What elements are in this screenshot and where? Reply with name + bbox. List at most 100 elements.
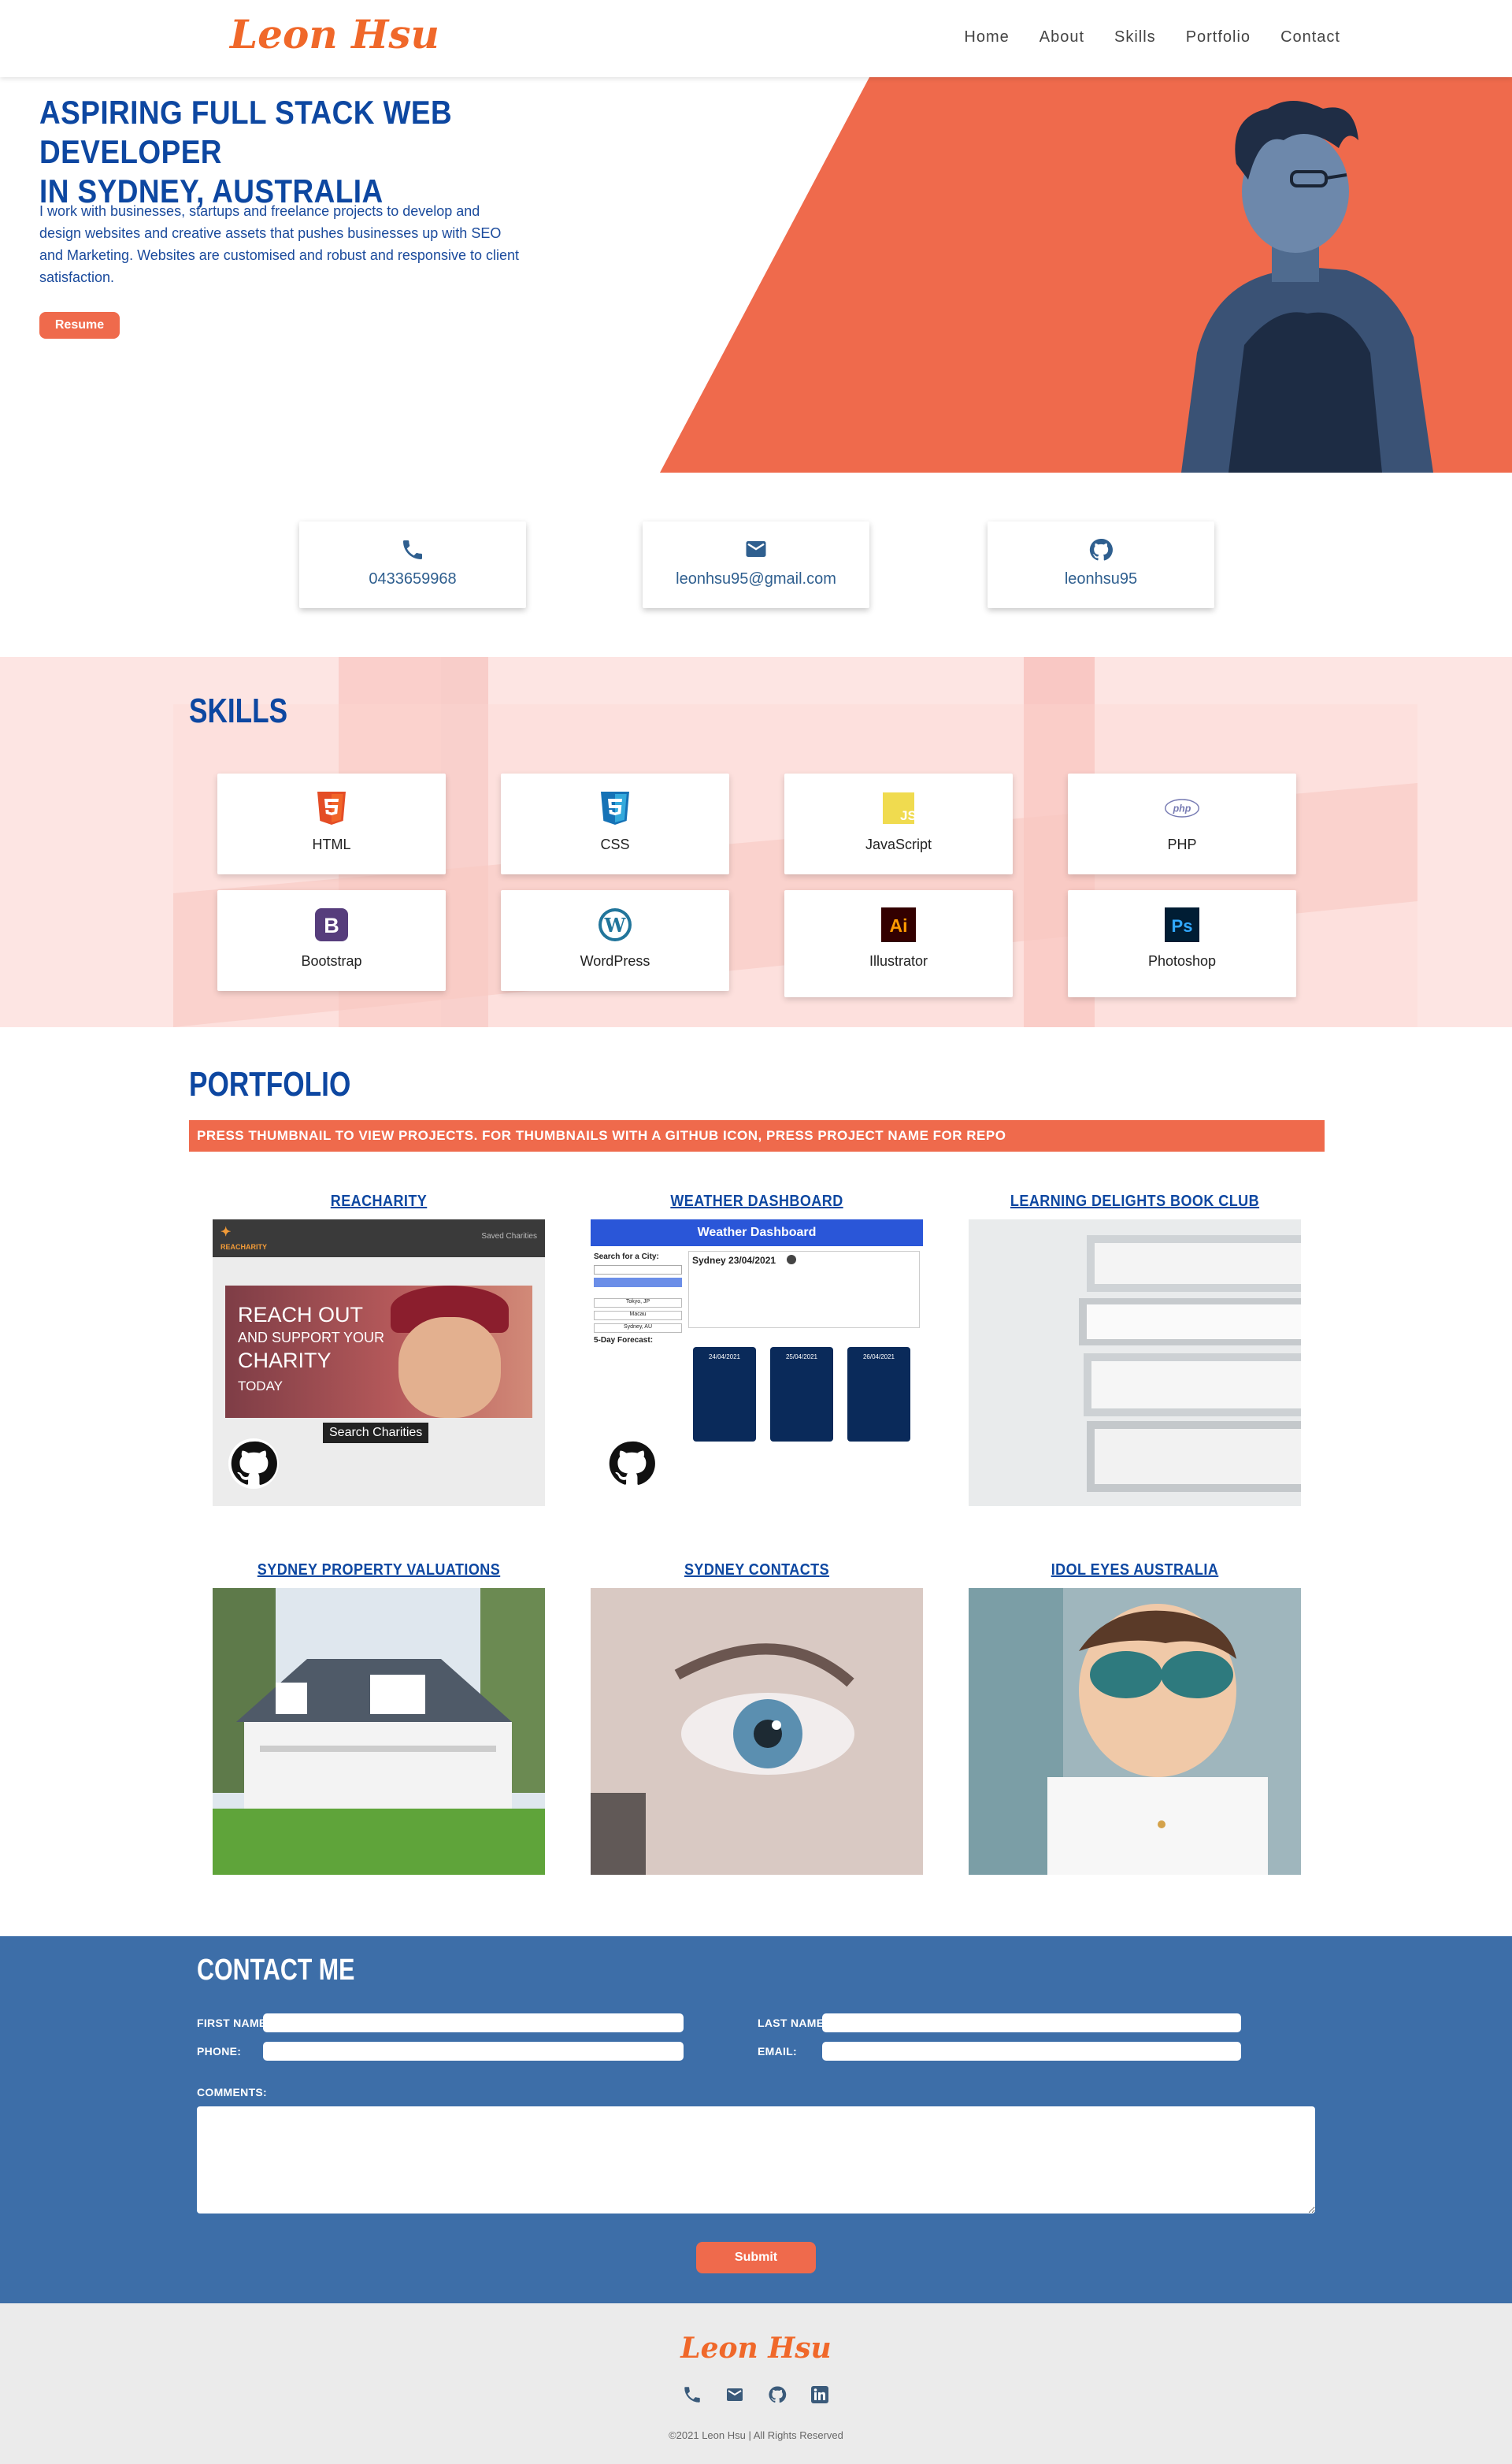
nav-link-portfolio[interactable]: Portfolio	[1186, 28, 1251, 46]
skills-section: Skills HTML CSS JS JavaScript php PHP B …	[0, 657, 1512, 1027]
thumb-forecast-day-2: 25/04/2021	[770, 1347, 833, 1442]
skill-card-javascript: JS JavaScript	[784, 774, 1013, 874]
project-card-property-valuations: Sydney Property Valuations	[213, 1561, 545, 1879]
project-card-idol-eyes: Idol Eyes Australia	[969, 1561, 1301, 1879]
thumb-forecast-day-3: 26/04/2021	[847, 1347, 910, 1442]
hero-section: Aspiring Full Stack Web Developer in Syd…	[0, 77, 1512, 473]
project-card-weather-dashboard: Weather Dashboard Weather Dashboard Sear…	[591, 1193, 923, 1506]
submit-button[interactable]: Submit	[696, 2242, 816, 2273]
email-field[interactable]	[822, 2042, 1241, 2061]
phone-icon[interactable]	[681, 2384, 703, 2406]
project-name-weather-dashboard[interactable]: Weather Dashboard	[607, 1193, 906, 1219]
svg-text:B: B	[324, 914, 339, 937]
envelope-icon	[643, 537, 869, 564]
thumb-headline-1: REACH OUT	[238, 1303, 364, 1327]
email-label: Email:	[758, 2045, 798, 2058]
svg-text:JS: JS	[900, 808, 914, 823]
nav-link-contact[interactable]: Contact	[1280, 28, 1340, 46]
skill-card-css: CSS	[501, 774, 729, 874]
resume-button[interactable]: Resume	[39, 312, 120, 339]
envelope-icon[interactable]	[724, 2384, 746, 2406]
javascript-icon: JS	[881, 791, 916, 826]
thumb-history-3: Sydney, AU	[594, 1323, 682, 1333]
skill-card-html: HTML	[217, 774, 446, 874]
project-name-sydney-contacts[interactable]: Sydney Contacts	[607, 1561, 906, 1588]
skill-label-javascript: JavaScript	[865, 837, 932, 852]
project-name-idol-eyes[interactable]: Idol Eyes Australia	[985, 1561, 1284, 1588]
copyright-text: ©2021 Leon Hsu | All Rights Reserved	[669, 2429, 843, 2441]
first-name-label: First Name:	[197, 2017, 271, 2029]
phone-label: Phone:	[197, 2045, 242, 2058]
github-icon	[988, 537, 1214, 564]
thumb-headline-2: AND SUPPORT YOUR	[238, 1330, 385, 1345]
site-logo[interactable]: Leon Hsu	[230, 11, 439, 58]
thumb-forecast-day-1: 24/04/2021	[693, 1347, 756, 1442]
nav-menu: Home About Skills Portfolio Contact	[964, 28, 1340, 46]
thumb-search-label: Search for a City:	[594, 1252, 659, 1261]
thumb-forecast-label: 5-Day Forecast:	[594, 1336, 654, 1345]
thumb-app-header: ✦ REACHARITY Saved Charities	[213, 1219, 545, 1257]
thumb-headline-3: CHARITY	[238, 1349, 332, 1372]
contact-card-email[interactable]: leonhsu95@gmail.com	[643, 521, 869, 608]
project-thumbnail-sydney-contacts[interactable]	[591, 1588, 923, 1875]
illustrator-icon: Ai	[881, 907, 916, 942]
thumb-headline-4: TODAY	[238, 1379, 283, 1393]
last-name-label: Last Name:	[758, 2017, 828, 2029]
project-thumbnail-book-club[interactable]	[969, 1219, 1301, 1506]
html5-icon	[314, 791, 349, 826]
first-name-field[interactable]	[263, 2013, 684, 2032]
svg-text:W: W	[604, 914, 627, 937]
comments-label: Comments:	[197, 2086, 268, 2098]
thumb-hero-banner: REACH OUT AND SUPPORT YOUR CHARITY TODAY	[225, 1286, 532, 1418]
thumb-current-weather: Sydney 23/04/2021	[688, 1251, 920, 1328]
thumb-brand: REACHARITY	[220, 1243, 268, 1251]
phone-number: 0433659968	[369, 570, 457, 588]
project-name-property-valuations[interactable]: Sydney Property Valuations	[229, 1561, 528, 1588]
photoshop-icon: Ps	[1165, 907, 1199, 942]
profile-portrait	[1181, 101, 1433, 473]
project-thumbnail-weather-dashboard[interactable]: Weather Dashboard Search for a City: Tok…	[591, 1219, 923, 1506]
nav-link-skills[interactable]: Skills	[1114, 28, 1156, 46]
contact-card-phone[interactable]: 0433659968	[299, 521, 526, 608]
email-address: leonhsu95@gmail.com	[676, 570, 836, 588]
contact-card-github[interactable]: leonhsu95	[988, 521, 1214, 608]
project-thumbnail-idol-eyes[interactable]	[969, 1588, 1301, 1875]
project-thumbnail-property-valuations[interactable]	[213, 1588, 545, 1875]
github-icon[interactable]	[228, 1438, 279, 1489]
nav-link-home[interactable]: Home	[964, 28, 1009, 46]
nav-link-about[interactable]: About	[1040, 28, 1084, 46]
skill-card-photoshop: Ps Photoshop	[1068, 890, 1296, 997]
thumb-face-shape	[398, 1317, 501, 1418]
github-icon[interactable]	[606, 1438, 657, 1489]
phone-icon	[299, 537, 526, 564]
page-footer: Leon Hsu ©2021 Leon Hsu | All Rights Res…	[0, 2303, 1512, 2464]
project-card-book-club: Learning Delights Book Club	[969, 1193, 1301, 1510]
phone-field[interactable]	[263, 2042, 684, 2061]
svg-text:php: php	[1173, 803, 1191, 814]
thumb-submit-bar	[594, 1278, 682, 1287]
thumb-search-box	[594, 1265, 682, 1275]
comments-field[interactable]	[197, 2106, 1315, 2214]
portfolio-instructions-banner: Press thumbnail to view projects. For th…	[189, 1120, 1325, 1152]
project-thumbnail-reacharity[interactable]: ✦ REACHARITY Saved Charities REACH OUT A…	[213, 1219, 545, 1506]
skill-card-illustrator: Ai Illustrator	[784, 890, 1013, 997]
skill-card-wordpress: W WordPress	[501, 890, 729, 991]
php-icon: php	[1165, 791, 1199, 826]
footer-logo[interactable]: Leon Hsu	[0, 2332, 1512, 2365]
github-icon[interactable]	[766, 2384, 788, 2406]
linkedin-icon[interactable]	[809, 2384, 831, 2406]
bootstrap-icon: B	[314, 907, 349, 942]
project-name-book-club[interactable]: Learning Delights Book Club	[985, 1193, 1284, 1219]
project-card-sydney-contacts: Sydney Contacts	[591, 1561, 923, 1879]
github-username: leonhsu95	[1064, 570, 1138, 588]
thumb-history-2: Macau	[594, 1311, 682, 1320]
thumb-history-1: Tokyo, JP	[594, 1298, 682, 1308]
thumb-weather-header: Weather Dashboard	[591, 1219, 923, 1246]
top-navbar: Leon Hsu Home About Skills Portfolio Con…	[0, 0, 1512, 77]
skill-label-wordpress: WordPress	[580, 953, 650, 969]
last-name-field[interactable]	[822, 2013, 1241, 2032]
project-name-reacharity[interactable]: ReaCharity	[229, 1193, 528, 1219]
skill-label-html: HTML	[312, 837, 351, 852]
skills-title: Skills	[189, 692, 288, 730]
wordpress-icon: W	[598, 907, 632, 942]
